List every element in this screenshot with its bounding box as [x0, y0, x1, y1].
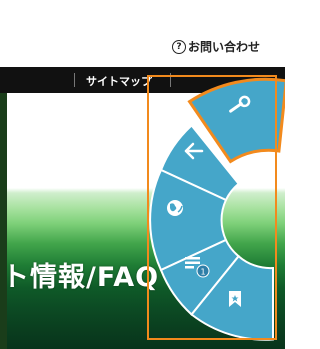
highlight-box: [147, 75, 277, 340]
